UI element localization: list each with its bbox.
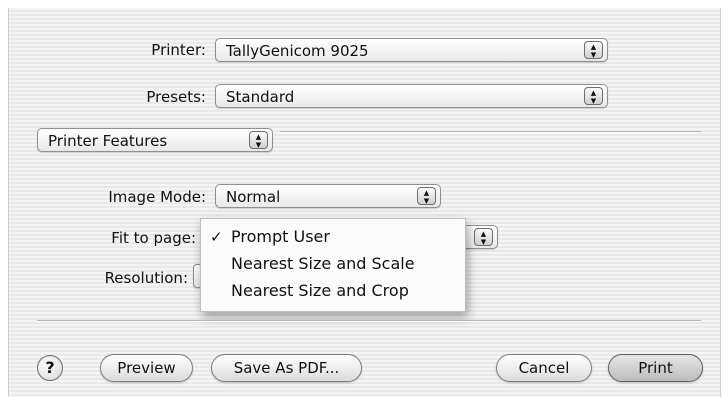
printer-popup[interactable]: TallyGenicom 9025 ▲ ▼ (215, 38, 608, 62)
preview-button[interactable]: Preview (100, 354, 193, 382)
panel-separator (280, 131, 701, 133)
panel-value: Printer Features (48, 132, 168, 150)
fit-to-page-label: Fit to page: (111, 229, 196, 247)
bottom-separator (37, 320, 701, 322)
presets-popup[interactable]: Standard ▲ ▼ (215, 84, 608, 108)
save-as-pdf-button[interactable]: Save As PDF... (211, 354, 362, 382)
menu-item-nearest-size-and-scale[interactable]: Nearest Size and Scale (231, 254, 415, 273)
image-mode-popup[interactable]: Normal ▲ ▼ (215, 184, 441, 208)
image-mode-label: Image Mode: (108, 188, 206, 206)
menu-item-nearest-size-and-crop[interactable]: Nearest Size and Crop (231, 281, 409, 300)
presets-value: Standard (226, 88, 295, 106)
updown-arrows-icon: ▲ ▼ (584, 41, 603, 59)
updown-arrows-icon: ▲ ▼ (584, 87, 603, 105)
printer-label: Printer: (151, 41, 206, 59)
print-button[interactable]: Print (608, 354, 703, 382)
panel-popup[interactable]: Printer Features ▲ ▼ (37, 128, 273, 152)
fit-to-page-menu: ✓ Prompt User Nearest Size and Scale Nea… (200, 218, 466, 312)
help-button[interactable]: ? (37, 355, 63, 381)
updown-arrows-icon: ▲ ▼ (474, 228, 493, 246)
printer-value: TallyGenicom 9025 (226, 42, 369, 60)
presets-label: Presets: (146, 88, 206, 106)
checkmark-icon: ✓ (210, 228, 223, 246)
menu-item-prompt-user[interactable]: Prompt User (231, 227, 330, 246)
updown-arrows-icon: ▲ ▼ (417, 187, 436, 205)
cancel-button[interactable]: Cancel (496, 354, 592, 382)
image-mode-value: Normal (226, 188, 281, 206)
resolution-label: Resolution: (104, 269, 188, 287)
updown-arrows-icon: ▲ ▼ (249, 131, 268, 149)
